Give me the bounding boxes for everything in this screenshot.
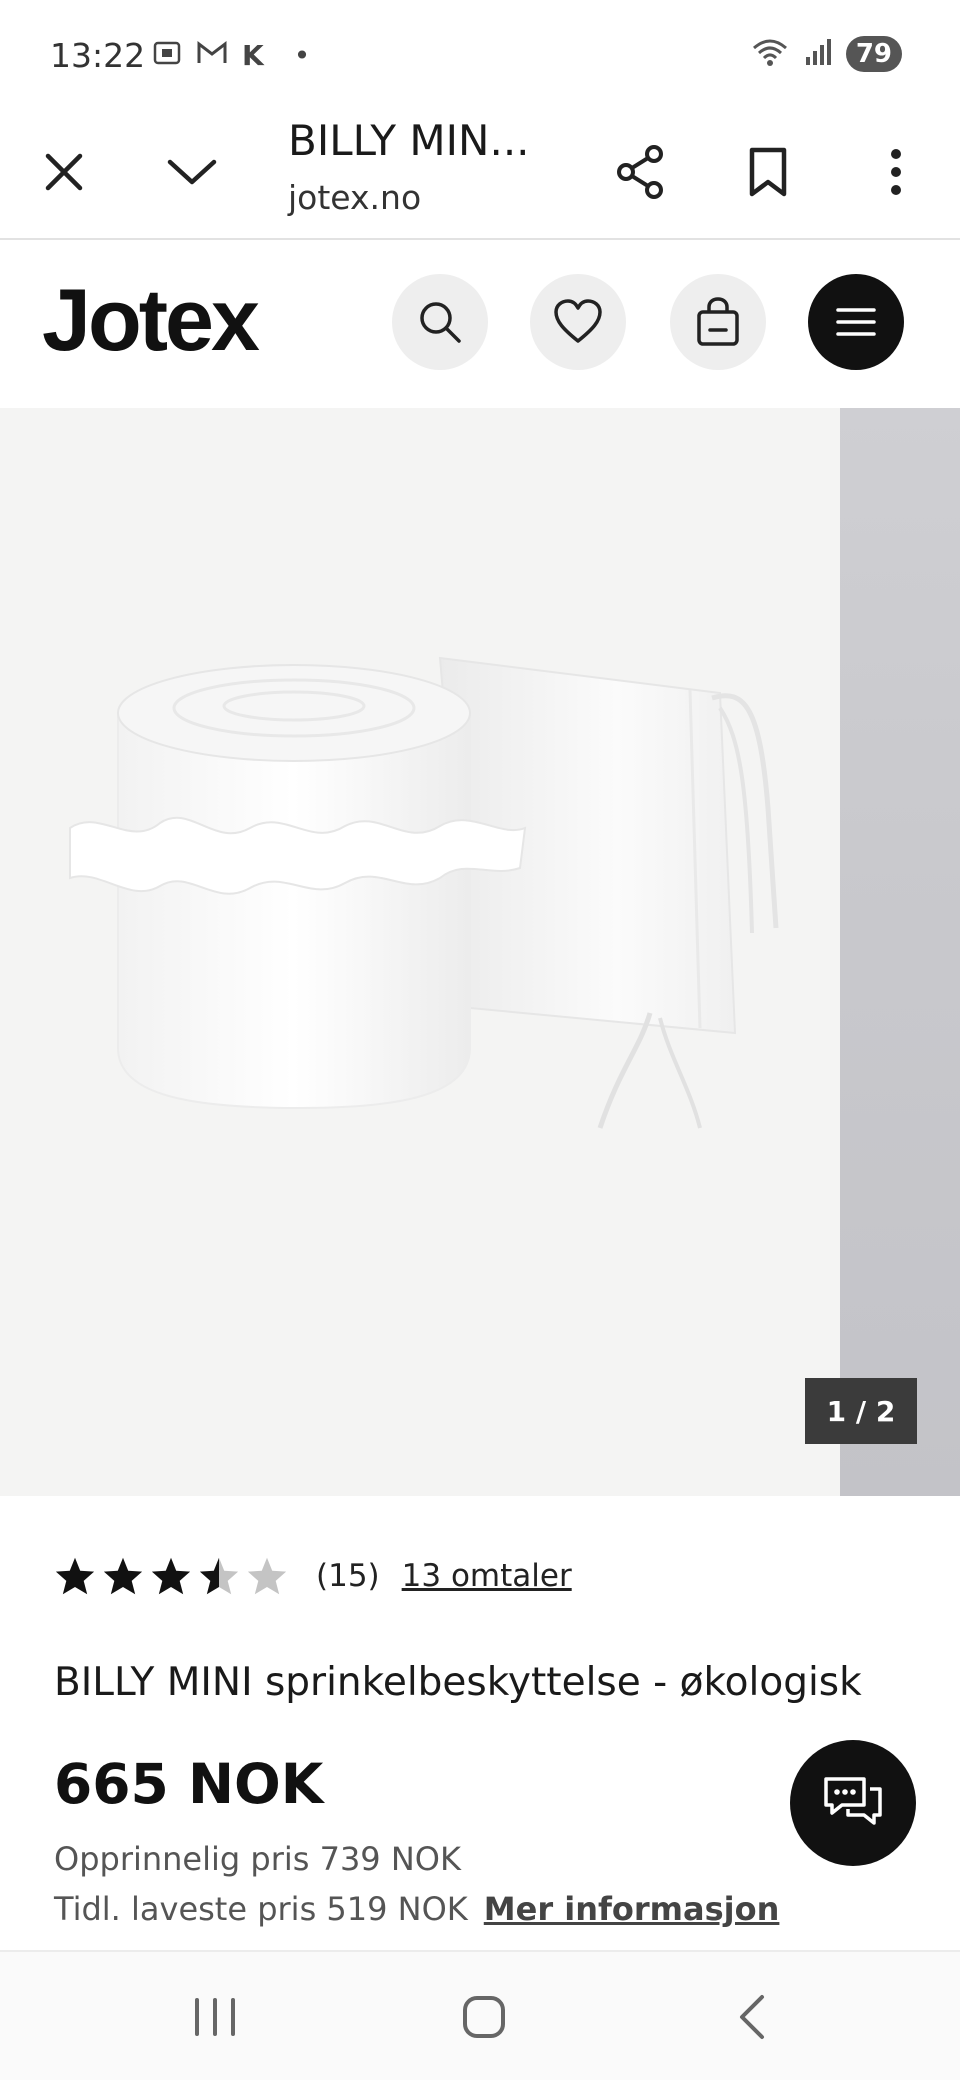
back-icon (740, 1995, 764, 2039)
collapse-button[interactable] (152, 132, 232, 212)
battery-indicator: 79 (845, 36, 902, 72)
chat-icon (824, 1777, 882, 1825)
jotex-logo[interactable]: Jotex (42, 276, 260, 364)
rating-count: (15) (316, 1558, 380, 1594)
search-button[interactable] (392, 274, 488, 370)
product-name: BILLY MINI sprinkelbeskyttelse - økologi… (54, 1660, 862, 1705)
star-half-icon (199, 1557, 239, 1595)
star-rating (54, 1556, 288, 1596)
recent-apps-icon (195, 1998, 235, 2036)
gmail-icon (196, 39, 228, 72)
next-image-preview[interactable] (840, 408, 960, 1496)
star-empty-icon (247, 1557, 287, 1595)
reviews-link[interactable]: 13 omtaler (402, 1558, 572, 1594)
bookmark-button[interactable] (728, 132, 808, 212)
heart-icon (554, 299, 602, 343)
close-tab-button[interactable] (24, 132, 104, 212)
image-counter: 1 / 2 (805, 1378, 917, 1444)
original-price: Opprinnelig pris 739 NOK (54, 1840, 461, 1878)
status-bar: 13:22 K • 79 (0, 0, 960, 108)
share-icon (617, 145, 663, 199)
home-icon (463, 1996, 505, 2038)
lowest-price-row: Tidl. laveste pris 519 NOK Mer informasjo… (54, 1890, 779, 1928)
status-time: 13:22 (50, 36, 146, 75)
screenshot-icon (152, 38, 182, 73)
star-full-icon (103, 1557, 143, 1595)
shopping-bag-icon (697, 297, 739, 346)
wifi-icon (750, 36, 790, 72)
hamburger-menu-icon (836, 308, 876, 336)
rating-row: (15) 13 omtaler (54, 1556, 572, 1596)
star-full-icon (55, 1557, 95, 1595)
dot-icon: • (293, 38, 311, 72)
status-notification-icons: K • (152, 38, 310, 73)
back-button[interactable] (712, 1982, 792, 2052)
bookmark-icon (749, 147, 787, 197)
system-navigation-bar (0, 1950, 960, 2080)
product-price: 665 NOK (54, 1752, 324, 1816)
page-title[interactable]: BILLY MIN... (288, 116, 548, 165)
more-info-link[interactable]: Mer informasjon (484, 1890, 780, 1928)
star-full-icon (151, 1557, 191, 1595)
favorites-button[interactable] (530, 274, 626, 370)
chevron-down-icon (167, 159, 217, 185)
cart-button[interactable] (670, 274, 766, 370)
k-icon: K (242, 38, 264, 72)
close-icon (45, 153, 83, 191)
site-header: Jotex (0, 240, 960, 408)
product-image-gallery[interactable]: 1 / 2 (0, 408, 960, 1496)
lowest-price: Tidl. laveste pris 519 NOK (54, 1890, 468, 1928)
menu-button[interactable] (808, 274, 904, 370)
chat-button[interactable] (790, 1740, 916, 1866)
page-domain[interactable]: jotex.no (288, 178, 421, 217)
search-icon (420, 302, 461, 343)
product-image[interactable] (0, 408, 840, 1496)
status-right-icons: 79 (750, 36, 902, 72)
crib-bumper-illustration (69, 656, 779, 1129)
signal-icon (804, 37, 832, 71)
recent-apps-button[interactable] (175, 1982, 255, 2052)
more-vertical-icon (891, 149, 901, 195)
share-button[interactable] (600, 132, 680, 212)
browser-toolbar: BILLY MIN... jotex.no (0, 108, 960, 240)
home-button[interactable] (444, 1982, 524, 2052)
product-info: (15) 13 omtaler BILLY MINI sprinkelbesky… (0, 1496, 960, 1950)
more-options-button[interactable] (856, 132, 936, 212)
